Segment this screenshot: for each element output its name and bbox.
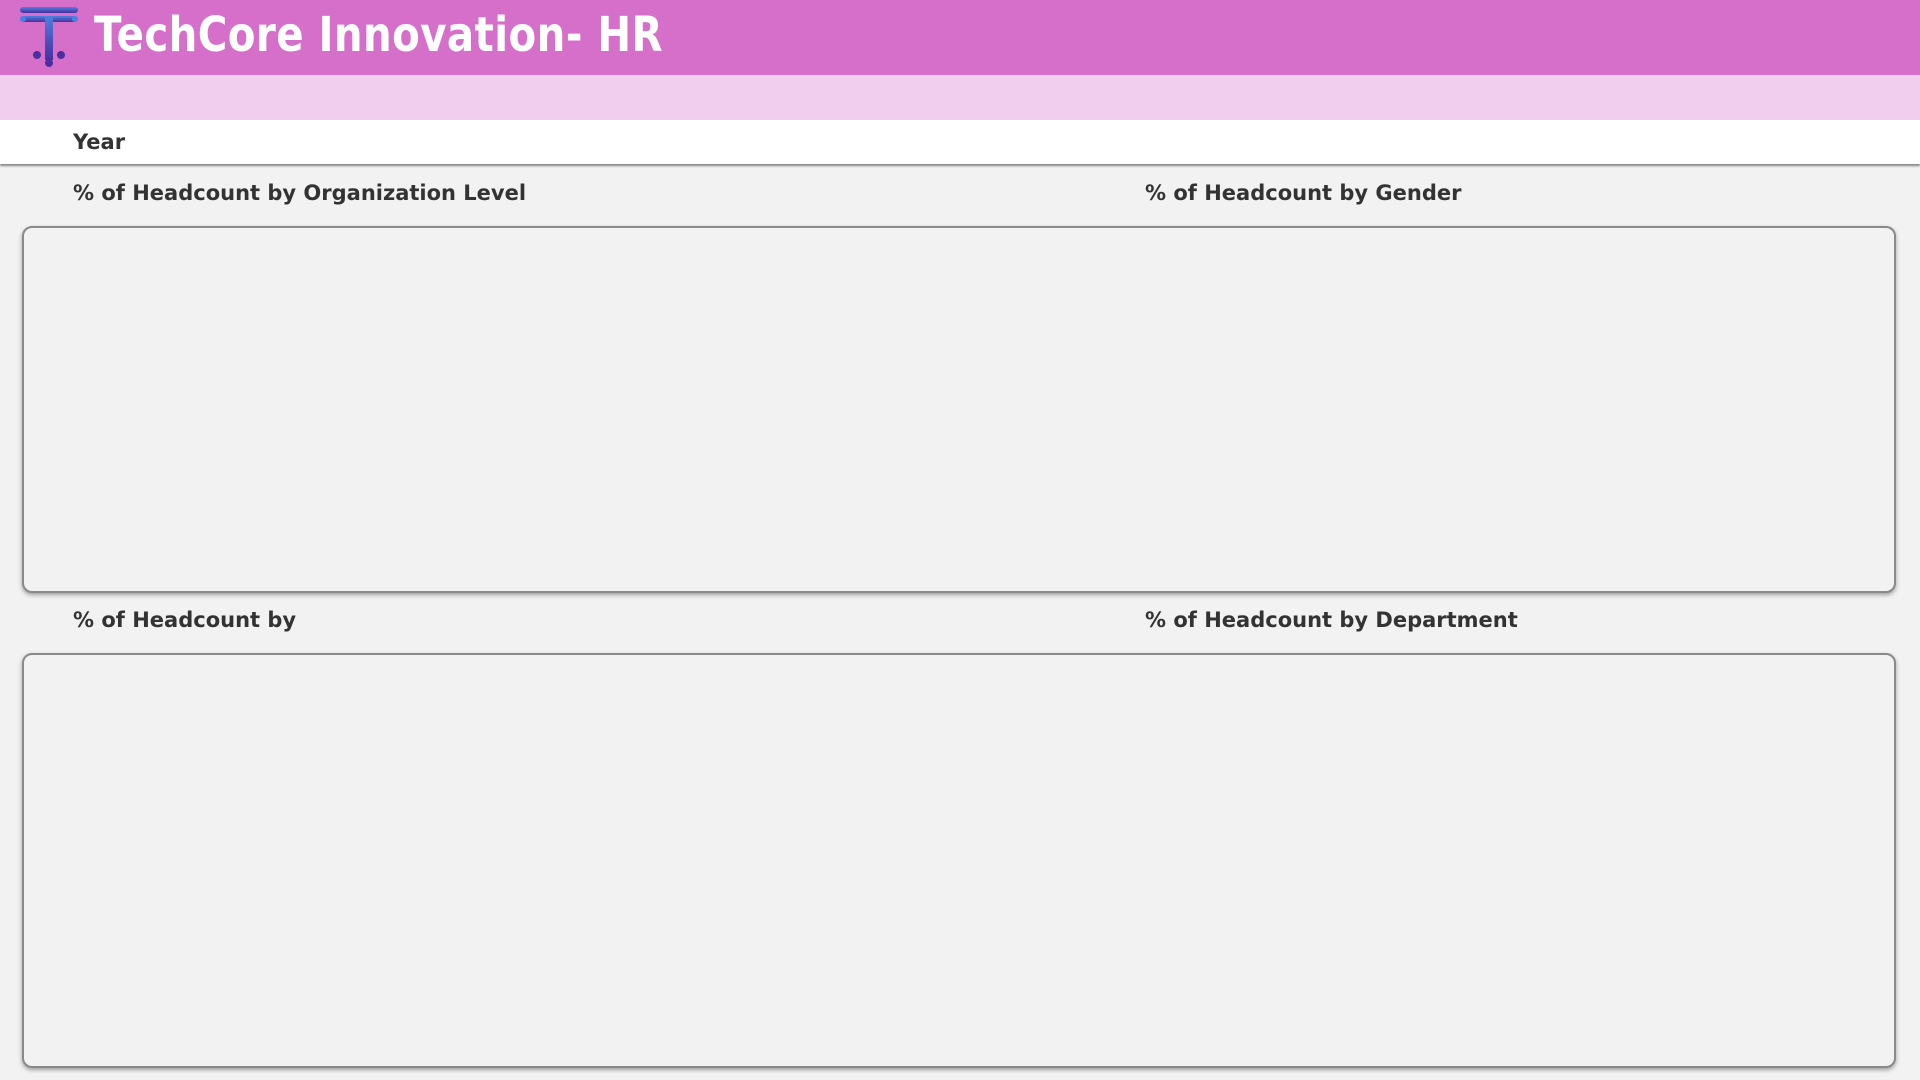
gender-chart-title: % of Headcount by Gender	[1145, 181, 1462, 205]
headcount-by-chart-title: % of Headcount by	[73, 608, 297, 632]
bottom-charts-panel	[22, 653, 1896, 1068]
filter-bar: Year	[0, 120, 1920, 164]
department-chart-title: % of Headcount by Department	[1145, 608, 1518, 632]
top-charts-panel	[22, 226, 1896, 593]
techcore-logo-icon	[20, 7, 78, 67]
year-filter-label[interactable]: Year	[73, 130, 125, 154]
sub-header-band	[0, 75, 1920, 120]
app-header: TechCore Innovation- HR	[0, 0, 1920, 75]
org-level-chart-title: % of Headcount by Organization Level	[73, 181, 527, 205]
app-title: TechCore Innovation- HR	[94, 7, 663, 63]
